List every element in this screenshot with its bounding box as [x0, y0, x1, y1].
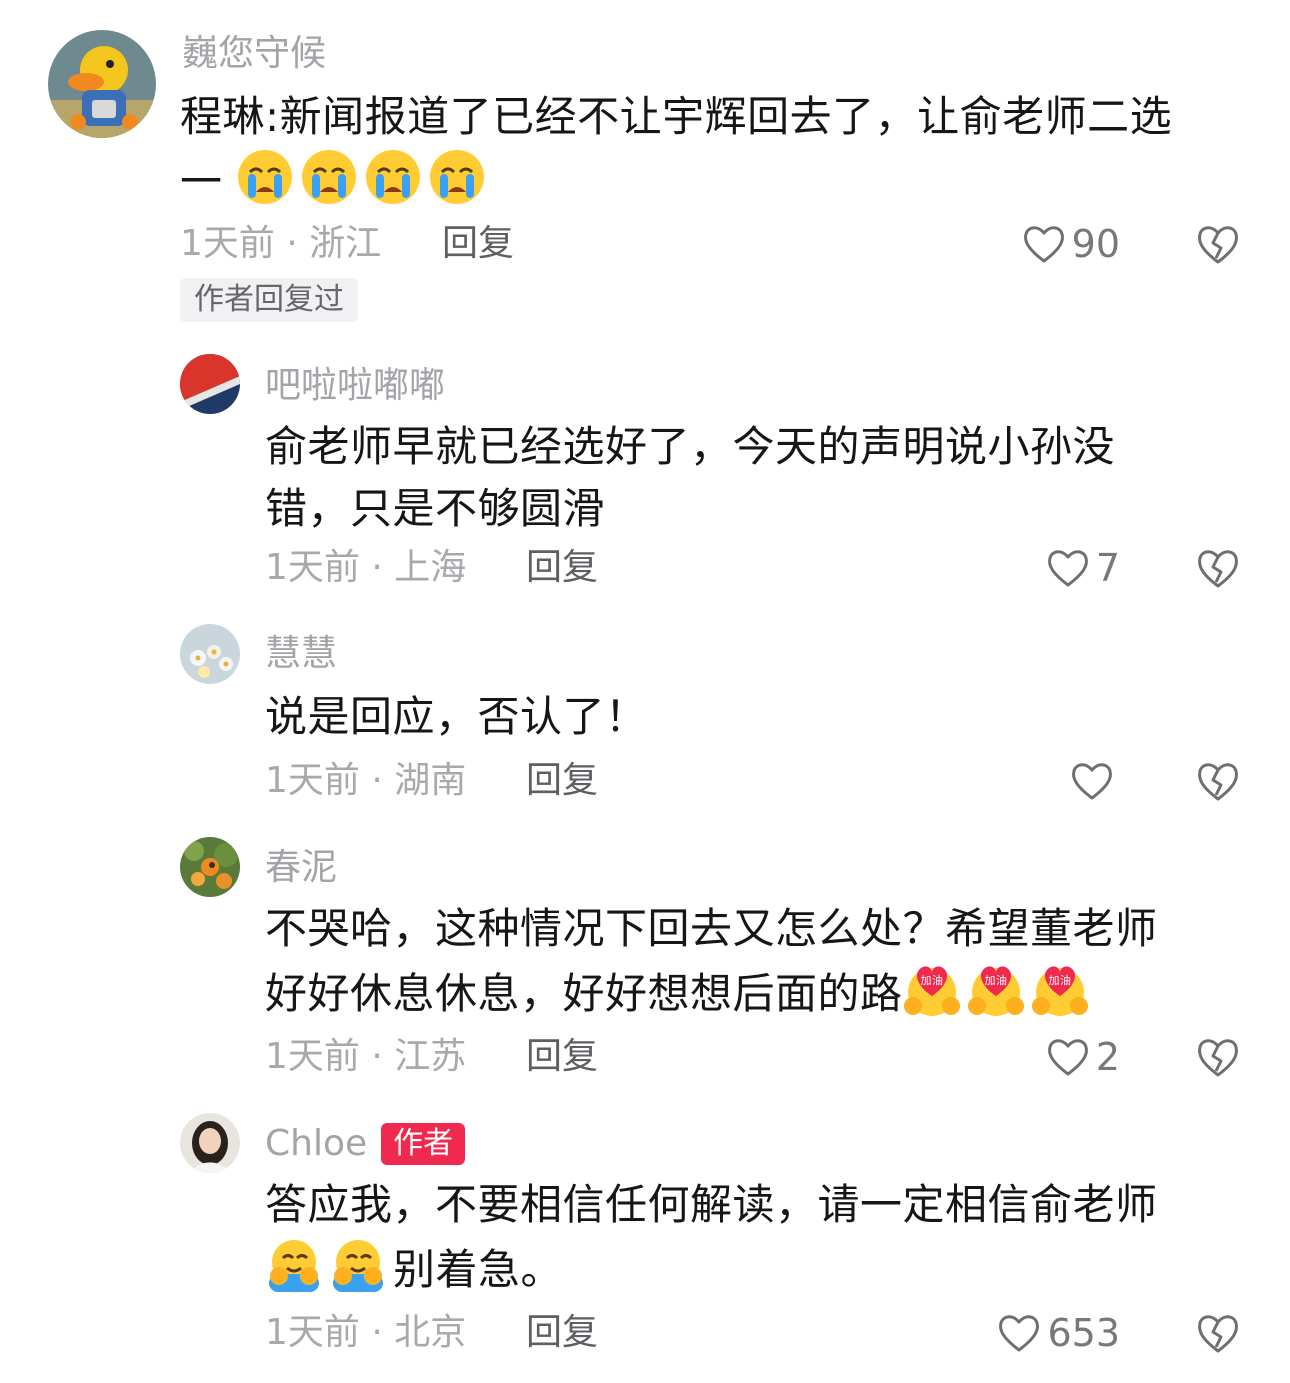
- comment-time-location: 1天前 · 湖南: [265, 760, 467, 801]
- reply-button[interactable]: 回复: [526, 759, 598, 803]
- like-button[interactable]: 2: [1046, 1033, 1120, 1081]
- comment-text: 不哭哈，这种情况下回去又怎么处？希望董老师 好好休息休息，好好想想后面的路 加油加…: [265, 898, 1265, 1025]
- like-button[interactable]: 7: [1046, 544, 1120, 592]
- like-button[interactable]: [1070, 757, 1120, 805]
- comment-username[interactable]: 慧慧: [265, 632, 337, 676]
- comment-text-line: 好好休息休息，好好想想后面的路 加油 加油 加油: [265, 960, 1265, 1025]
- comment-time-location: 1天前 · 上海: [265, 547, 467, 588]
- loudly-crying-face-icon: [300, 148, 358, 206]
- reply-button[interactable]: 回复: [442, 222, 514, 266]
- loudly-crying-face-icon: [428, 148, 486, 206]
- like-button[interactable]: 90: [1022, 220, 1120, 268]
- like-count: 2: [1095, 1035, 1120, 1079]
- user-avatar[interactable]: [180, 354, 240, 414]
- broken-heart-icon: [1196, 759, 1240, 803]
- dislike-button[interactable]: [1196, 1035, 1240, 1079]
- user-avatar[interactable]: [180, 624, 240, 684]
- reply-button[interactable]: 回复: [526, 1311, 598, 1355]
- like-button[interactable]: 653: [997, 1309, 1120, 1357]
- comment-text: 答应我，不要相信任何解读，请一定相信俞老师 别着急。: [265, 1174, 1265, 1301]
- heart-icon: [1070, 760, 1114, 802]
- jiayou-cheer-sticker-icon: 加油: [967, 960, 1025, 1018]
- loudly-crying-face-icon: [364, 148, 422, 206]
- broken-heart-icon: [1196, 546, 1240, 590]
- comment-username[interactable]: 巍您守候: [182, 32, 326, 76]
- comment-username[interactable]: 春泥: [265, 846, 337, 890]
- reply-button[interactable]: 回复: [526, 546, 598, 590]
- dislike-button[interactable]: [1196, 759, 1240, 803]
- dislike-button[interactable]: [1196, 1311, 1240, 1355]
- comment-text-line: 一: [180, 148, 1250, 213]
- dislike-button[interactable]: [1196, 546, 1240, 590]
- comment-time-location: 1天前 · 浙江: [180, 223, 382, 264]
- comment-time-location: 1天前 · 江苏: [265, 1036, 467, 1077]
- loudly-crying-face-icon: [236, 148, 294, 206]
- comment-text: 程琳:新闻报道了已经不让宇辉回去了，让俞老师二选 一: [180, 86, 1250, 213]
- hugging-face-icon: [265, 1236, 323, 1294]
- heart-icon: [1022, 223, 1066, 265]
- heart-icon: [997, 1312, 1041, 1354]
- comment-text-line: 别着急。: [265, 1236, 1265, 1301]
- jiayou-cheer-sticker-icon: 加油: [903, 960, 961, 1018]
- svg-text:加油: 加油: [1048, 973, 1071, 987]
- comment-username[interactable]: 吧啦啦嘟嘟: [265, 364, 445, 408]
- broken-heart-icon: [1196, 1035, 1240, 1079]
- like-count: 7: [1095, 546, 1120, 590]
- user-avatar[interactable]: [48, 30, 156, 138]
- like-count: 90: [1071, 222, 1120, 266]
- comment-time-location: 1天前 · 北京: [265, 1312, 467, 1353]
- user-avatar[interactable]: [180, 1113, 240, 1173]
- broken-heart-icon: [1196, 1311, 1240, 1355]
- broken-heart-icon: [1196, 222, 1240, 266]
- heart-icon: [1046, 1036, 1090, 1078]
- user-avatar[interactable]: [180, 837, 240, 897]
- comment-text: 俞老师早就已经选好了，今天的声明说小孙没 错，只是不够圆滑: [265, 422, 1116, 533]
- svg-text:加油: 加油: [920, 973, 943, 987]
- dislike-button[interactable]: [1196, 222, 1240, 266]
- like-count: 653: [1047, 1311, 1120, 1355]
- hugging-face-icon: [329, 1236, 387, 1294]
- jiayou-cheer-sticker-icon: 加油: [1031, 960, 1089, 1018]
- author-replied-tag: 作者回复过: [180, 278, 358, 322]
- svg-text:加油: 加油: [984, 973, 1007, 987]
- comment-text: 说是回应，否认了！: [265, 692, 648, 741]
- author-badge: 作者: [381, 1123, 466, 1165]
- heart-icon: [1046, 547, 1090, 589]
- comment-username[interactable]: Chloe 作者: [265, 1122, 466, 1166]
- reply-button[interactable]: 回复: [526, 1035, 598, 1079]
